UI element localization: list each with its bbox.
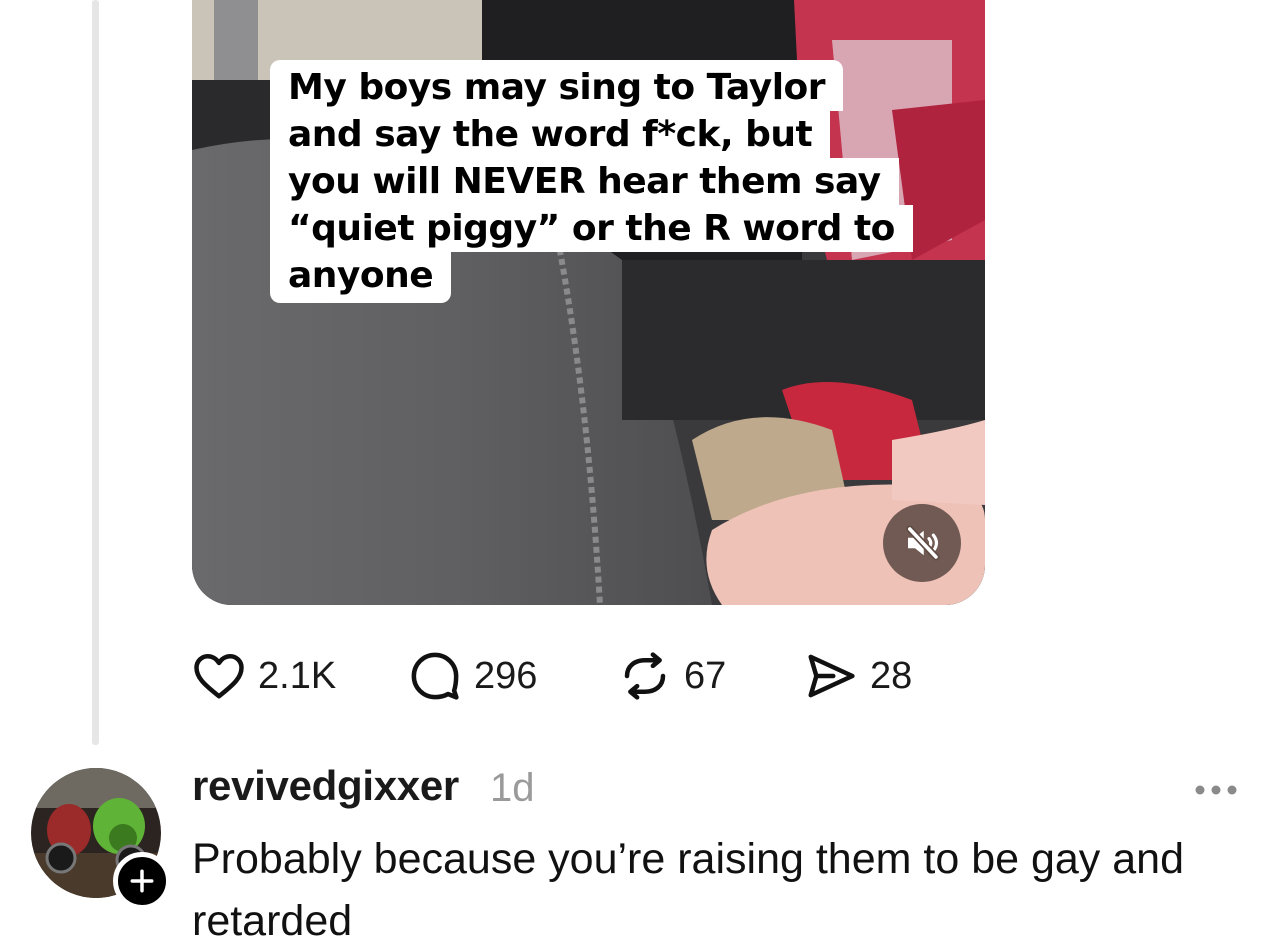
reply-text: Probably because you’re raising them to … (192, 835, 1185, 945)
speaker-muted-icon (906, 525, 940, 561)
comment-button[interactable]: 296 (408, 648, 537, 704)
comment-bubble-icon (411, 652, 459, 700)
share-count: 28 (870, 654, 913, 697)
more-options-button[interactable] (1190, 772, 1242, 808)
caption-line: My boys may sing to Taylor (270, 60, 844, 111)
send-icon (808, 654, 855, 698)
thread-line (92, 0, 99, 745)
caption-line: “quiet piggy” or the R word to (270, 205, 913, 252)
reply-timestamp: 1d (490, 766, 535, 810)
like-count: 2.1K (258, 654, 337, 697)
repost-count: 67 (684, 654, 727, 697)
caption-line: anyone (270, 252, 452, 303)
follow-button[interactable] (113, 852, 171, 910)
reply-username[interactable]: revivedgixxer (192, 762, 459, 810)
repost-icon (624, 652, 666, 700)
heart-icon (194, 653, 244, 699)
mute-button[interactable] (883, 504, 961, 582)
share-button[interactable]: 28 (804, 648, 912, 704)
plus-icon (130, 869, 154, 893)
more-options-icon (1195, 785, 1237, 795)
like-button[interactable]: 2.1K (192, 648, 336, 704)
comment-count: 296 (474, 654, 538, 697)
repost-button[interactable]: 67 (618, 648, 726, 704)
video-caption: My boys may sing to Taylor and say the w… (270, 60, 913, 303)
caption-line: you will NEVER hear them say (270, 158, 899, 205)
caption-line: and say the word f*ck, but (270, 111, 831, 158)
